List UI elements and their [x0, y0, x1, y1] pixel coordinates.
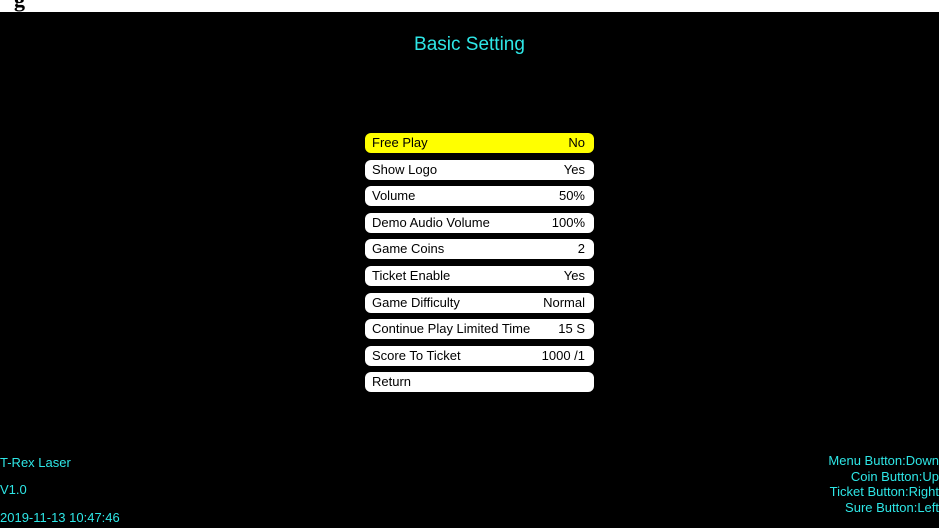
menu-item-label: Score To Ticket: [372, 347, 461, 363]
menu-item-value: 2: [577, 241, 585, 257]
menu-item-value: Yes: [563, 161, 585, 177]
menu-item-value: 15 S: [558, 321, 585, 337]
menu-item-ticket-enable[interactable]: Ticket Enable Yes: [365, 265, 594, 286]
menu-item-label: Game Coins: [372, 241, 445, 257]
top-strip: g: [0, 0, 939, 12]
version-label: V1.0: [0, 482, 27, 497]
help-ticket-button: Ticket Button:Right: [829, 484, 939, 500]
button-help: Menu Button:Down Coin Button:Up Ticket B…: [828, 453, 939, 516]
menu-item-volume[interactable]: Volume 50%: [365, 186, 594, 207]
menu-item-label: Demo Audio Volume: [372, 214, 490, 230]
menu-item-score-to-ticket[interactable]: Score To Ticket 1000 /1: [365, 345, 594, 366]
settings-menu: Free Play No Show Logo Yes Volume 50% De…: [365, 133, 594, 399]
page-title: Basic Setting: [414, 34, 525, 55]
cropped-text-fragment: g: [14, 0, 25, 12]
menu-item-return[interactable]: Return: [365, 372, 594, 393]
menu-item-value: 100%: [551, 214, 585, 230]
menu-item-label: Return: [372, 374, 412, 390]
menu-item-game-coins[interactable]: Game Coins 2: [365, 239, 594, 260]
datetime-label: 2019-11-13 10:47:46: [0, 510, 120, 525]
help-coin-button: Coin Button:Up: [850, 468, 939, 484]
help-sure-button: Sure Button:Left: [845, 500, 939, 516]
menu-item-label: Show Logo: [372, 161, 438, 177]
menu-item-value: Yes: [563, 267, 585, 283]
menu-item-label: Continue Play Limited Time: [372, 321, 531, 337]
menu-item-demo-audio-volume[interactable]: Demo Audio Volume 100%: [365, 212, 594, 233]
menu-item-value: Normal: [543, 294, 585, 310]
menu-item-continue-play-limited-time[interactable]: Continue Play Limited Time 15 S: [365, 319, 594, 340]
menu-item-show-logo[interactable]: Show Logo Yes: [365, 159, 594, 180]
settings-screen: Basic Setting Free Play No Show Logo Yes…: [0, 12, 939, 528]
menu-item-value: 1000 /1: [541, 347, 585, 363]
help-menu-button: Menu Button:Down: [828, 453, 939, 468]
game-name: T-Rex Laser: [0, 455, 71, 470]
menu-item-value: No: [568, 135, 585, 150]
menu-item-label: Volume: [372, 188, 416, 204]
menu-item-label: Ticket Enable: [372, 267, 451, 283]
menu-item-game-difficulty[interactable]: Game Difficulty Normal: [365, 292, 594, 313]
menu-item-value: 50%: [558, 188, 585, 204]
menu-item-label: Game Difficulty: [372, 294, 460, 310]
menu-item-free-play[interactable]: Free Play No: [365, 133, 594, 153]
menu-item-label: Free Play: [372, 135, 428, 150]
